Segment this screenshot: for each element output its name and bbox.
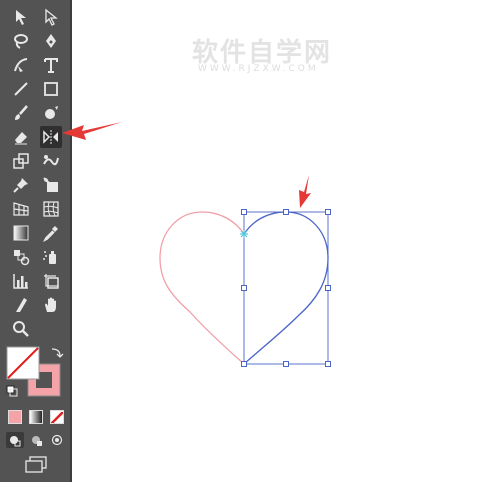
selection-bounding-box[interactable] — [243, 211, 329, 365]
heart-left-half[interactable] — [159, 211, 245, 365]
heart-right-half[interactable] — [243, 211, 329, 365]
annotation-arrow-tool — [62, 122, 122, 140]
annotation-arrow-heart — [299, 175, 311, 208]
reflect-reference-point-icon[interactable] — [240, 230, 248, 238]
bounding-box-handles[interactable] — [241, 209, 331, 367]
